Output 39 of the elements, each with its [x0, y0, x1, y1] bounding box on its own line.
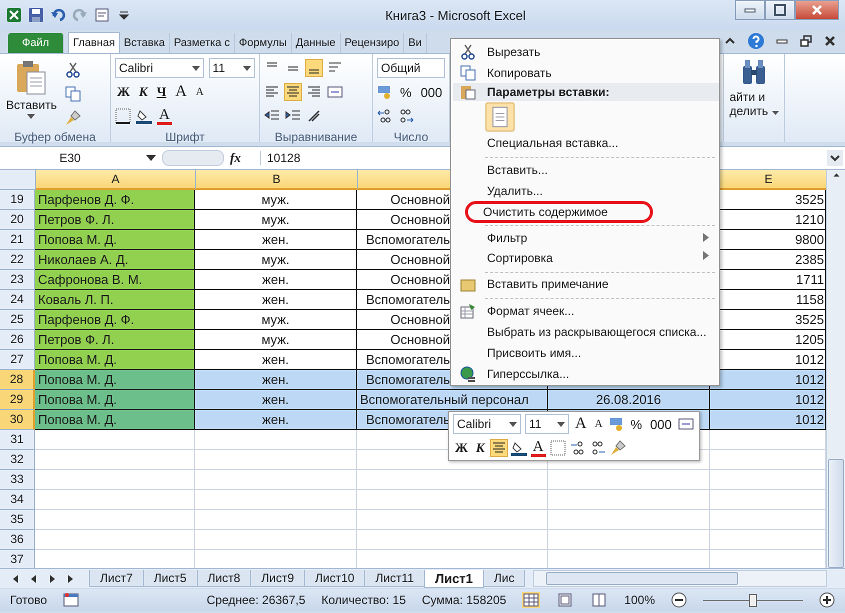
table-cell: Попова М. Д. [35, 230, 195, 250]
status-text: Готово [10, 593, 48, 607]
group-label: Число [392, 130, 430, 144]
table-cell: 26.08.2016 [548, 390, 710, 410]
group-label: Шрифт [164, 130, 206, 144]
table-cell: Николаев А. Д. [35, 250, 195, 270]
status-average: Среднее: 26367,5 [206, 593, 306, 607]
table-cell: Петров Ф. Л. [35, 210, 195, 230]
group-label: Буфер обмена [13, 130, 97, 144]
table-cell: 1012 [710, 410, 826, 430]
table-cell: муж. [195, 310, 357, 330]
table-cell: Попова М. Д. [35, 410, 195, 430]
table-cell: 1012 [710, 370, 826, 390]
table-cell: муж. [195, 210, 357, 230]
table-cell: Петров Ф. Л. [35, 330, 195, 350]
group-label: Выравнивание [274, 130, 358, 144]
table-cell: муж. [195, 190, 357, 210]
table-cell: муж. [195, 250, 357, 270]
table-cell: жен. [195, 270, 357, 290]
table-cell: Вспомогательный персонал [357, 390, 548, 410]
table-cell: Парфенов Д. Ф. [35, 310, 195, 330]
table-cell: 1012 [710, 390, 826, 410]
window-title: Книга3 - Microsoft Excel [384, 8, 527, 22]
status-sum: Сумма: 158205 [422, 593, 506, 607]
menu-heading: Параметры вставки: [486, 85, 610, 99]
table-cell: жен. [195, 230, 357, 250]
zoom-level: 100% [624, 593, 655, 607]
table-cell: жен. [195, 410, 357, 430]
table-cell: Сафронова В. М. [35, 270, 195, 290]
table-cell: жен. [195, 370, 357, 390]
table-cell: жен. [195, 390, 357, 410]
status-count: Количество: 15 [321, 593, 406, 607]
table-cell: Попова М. Д. [35, 370, 195, 390]
table-cell: жен. [195, 290, 357, 310]
table-cell: Парфенов Д. Ф. [35, 190, 195, 210]
table-cell: Попова М. Д. [35, 390, 195, 410]
table-cell: Попова М. Д. [35, 350, 195, 370]
table-cell: Коваль Л. П. [35, 290, 195, 310]
table-cell: муж. [195, 330, 357, 350]
